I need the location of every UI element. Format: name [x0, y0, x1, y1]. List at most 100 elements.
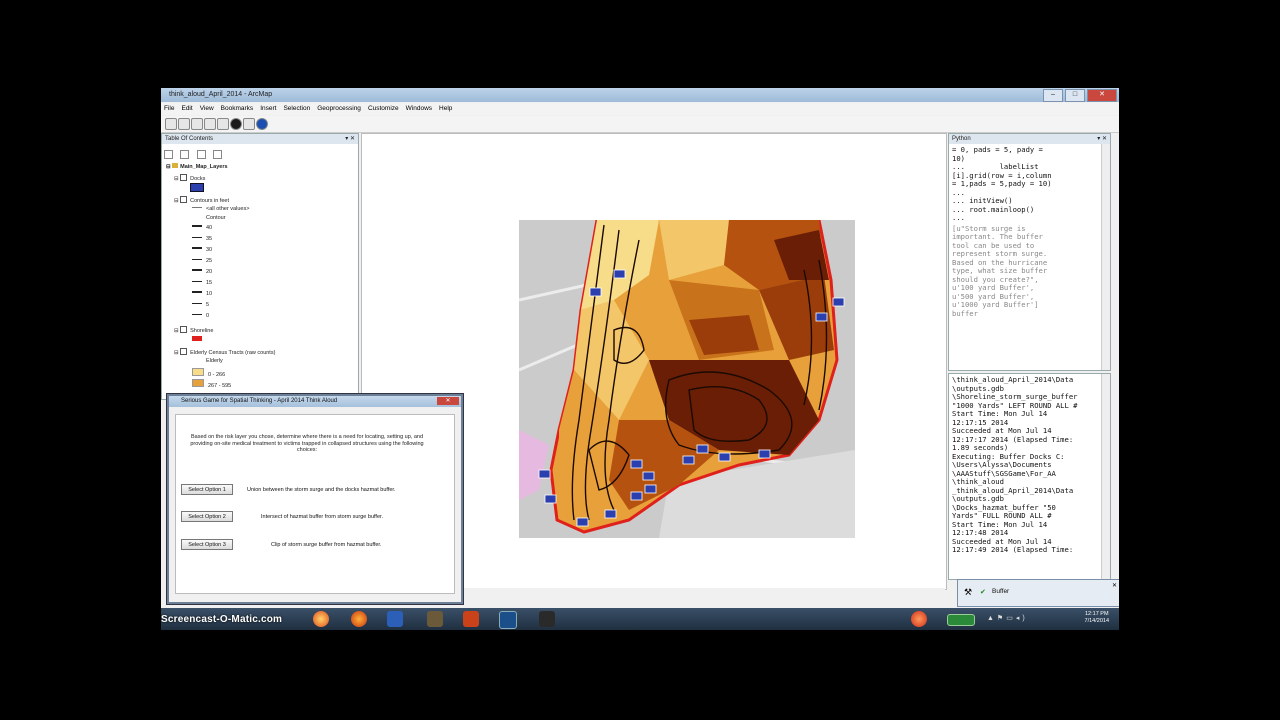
python-scrollbar[interactable] — [1101, 144, 1110, 370]
select-option-3-button[interactable]: Select Option 3 — [181, 539, 233, 550]
layer-checkbox[interactable] — [180, 326, 188, 333]
dialog-close-button[interactable]: ✕ — [437, 397, 459, 405]
tray-icons[interactable]: ▲⚑▭◂) — [987, 614, 1028, 622]
list-by-selection-icon[interactable] — [213, 150, 223, 159]
identify-icon[interactable] — [243, 118, 255, 130]
toc-close-icon[interactable]: ▾ ✕ — [345, 134, 355, 144]
word-icon[interactable] — [387, 611, 403, 627]
globe-icon[interactable] — [230, 118, 242, 130]
app-icon[interactable] — [539, 611, 555, 627]
legend-contour-5: 5 — [192, 302, 209, 308]
option-3-label: Clip of storm surge buffer from hazmat b… — [271, 542, 382, 548]
list-by-visibility-icon[interactable] — [196, 150, 206, 159]
buffer-label: Buffer — [992, 588, 1010, 595]
full-extent-icon[interactable] — [204, 118, 216, 130]
legend-elderly-class-1: 0 - 266 — [192, 368, 225, 378]
check-icon: ✔ — [980, 589, 986, 596]
serious-game-dialog: Serious Game for Spatial Thinking - Apri… — [167, 394, 463, 604]
info-icon[interactable] — [256, 118, 268, 130]
docks-symbol — [190, 183, 204, 194]
shoreline-swatch — [192, 336, 202, 341]
legend-field-contour: Contour — [206, 215, 226, 221]
legend-contour-15: 15 — [192, 280, 212, 286]
shoreline-symbol — [192, 336, 206, 343]
layer-group-icon — [172, 163, 179, 168]
hammer-icon: ⚒ — [964, 587, 973, 597]
legend-contour-35: 35 — [192, 236, 212, 242]
option-1-label: Union between the storm surge and the do… — [247, 487, 396, 493]
menu-customize[interactable]: Customize — [368, 105, 399, 112]
toc-layer-docks[interactable]: ⊟ Docks — [174, 174, 205, 182]
select-option-2-button[interactable]: Select Option 2 — [181, 511, 233, 522]
toc-layer-shoreline[interactable]: ⊟ Shoreline — [174, 326, 213, 334]
python-prompt-text[interactable]: [u"Storm surge is important. The buffer … — [949, 224, 1110, 321]
toc-layer-elderly[interactable]: ⊟ Elderly Census Tracts (raw counts) — [174, 348, 275, 356]
close-button[interactable]: ✕ — [1087, 89, 1117, 102]
window-controls: – □ ✕ — [1043, 89, 1117, 102]
python-taskbar-icon[interactable] — [499, 611, 517, 629]
firefox-icon[interactable] — [351, 611, 367, 627]
legend-contour-0: 0 — [192, 313, 209, 319]
legend-other-values: <all other values> — [192, 206, 249, 212]
taskbar: ▲⚑▭◂) 12:17 PM 7/14/2014 — [161, 608, 1119, 630]
buffer-notification[interactable]: ⚒ ✔ Buffer ✕ — [957, 579, 1119, 607]
menu-windows[interactable]: Windows — [406, 105, 432, 112]
layer-checkbox[interactable] — [180, 174, 188, 181]
arcmap-window: think_aloud_April_2014 - ArcMap – □ ✕ Fi… — [161, 88, 1119, 630]
clock[interactable]: 12:17 PM 7/14/2014 — [1085, 611, 1109, 625]
chrome-icon[interactable] — [313, 611, 329, 627]
list-by-drawing-order-icon[interactable] — [164, 150, 173, 159]
powerpoint-icon[interactable] — [463, 611, 479, 627]
layer-checkbox[interactable] — [180, 348, 188, 355]
dialog-message: Based on the risk layer you chose, deter… — [190, 434, 424, 453]
clock-time: 12:17 PM — [1084, 611, 1109, 617]
menu-insert[interactable]: Insert — [260, 105, 276, 112]
layer-checkbox[interactable] — [180, 196, 188, 203]
menu-geoprocessing[interactable]: Geoprocessing — [317, 105, 361, 112]
menu-edit[interactable]: Edit — [181, 105, 192, 112]
menu-bar: File Edit View Bookmarks Insert Selection Geop… — [161, 103, 1119, 115]
menu-selection[interactable]: Selection — [283, 105, 310, 112]
toc-title: Table Of Contents ▾ ✕ — [162, 134, 358, 144]
notification-close-icon[interactable]: ✕ — [1112, 582, 1117, 589]
table-of-contents: Table Of Contents ▾ ✕ ⊟ Main_Map_Layers … — [161, 133, 359, 400]
select-icon[interactable] — [217, 118, 229, 130]
toc-root[interactable]: ⊟ Main_Map_Layers — [166, 163, 228, 170]
toc-toolbar — [164, 146, 224, 159]
window-title: think_aloud_April_2014 - ArcMap — [169, 91, 273, 98]
menu-bookmarks[interactable]: Bookmarks — [221, 105, 254, 112]
legend-contour-40: 40 — [192, 225, 212, 231]
legend-contour-20: 20 — [192, 269, 212, 275]
legend-field-elderly: Elderly — [206, 358, 223, 364]
pan-icon[interactable] — [191, 118, 203, 130]
menu-file[interactable]: File — [164, 105, 174, 112]
minimize-button[interactable]: – — [1043, 89, 1063, 102]
menu-view[interactable]: View — [200, 105, 214, 112]
python-title: Python ▾ ✕ — [949, 134, 1110, 144]
map-canvas[interactable] — [519, 220, 855, 538]
arcmap-icon[interactable] — [427, 611, 443, 627]
clock-date: 7/14/2014 — [1084, 618, 1109, 624]
python-close-icon[interactable]: ▾ ✕ — [1097, 134, 1107, 144]
dock-icon — [190, 183, 204, 192]
swatch — [192, 368, 204, 376]
zoom-out-icon[interactable] — [178, 118, 190, 130]
python-code[interactable]: = 0, pads = 5, pady = 10) ... labelList … — [949, 144, 1110, 225]
recording-icon[interactable] — [911, 611, 927, 627]
title-bar: think_aloud_April_2014 - ArcMap – □ ✕ — [161, 88, 1119, 102]
output-scrollbar[interactable] — [1101, 374, 1110, 579]
legend-contour-25: 25 — [192, 258, 212, 264]
python-output: \think_aloud_April_2014\Data \outputs.gd… — [952, 375, 1078, 554]
toc-layer-contours[interactable]: ⊟ Contours in feet — [174, 196, 229, 204]
list-by-source-icon[interactable] — [180, 150, 190, 159]
toolbar — [161, 116, 1119, 133]
zoom-in-icon[interactable] — [165, 118, 177, 130]
menu-help[interactable]: Help — [439, 105, 452, 112]
battery-icon — [947, 614, 975, 626]
swatch — [192, 379, 204, 387]
legend-contour-10: 10 — [192, 291, 212, 297]
dialog-title-bar: Serious Game for Spatial Thinking - Apri… — [169, 396, 461, 407]
legend-elderly-class-2: 267 - 595 — [192, 379, 231, 389]
select-option-1-button[interactable]: Select Option 1 — [181, 484, 233, 495]
maximize-button[interactable]: □ — [1065, 89, 1085, 102]
